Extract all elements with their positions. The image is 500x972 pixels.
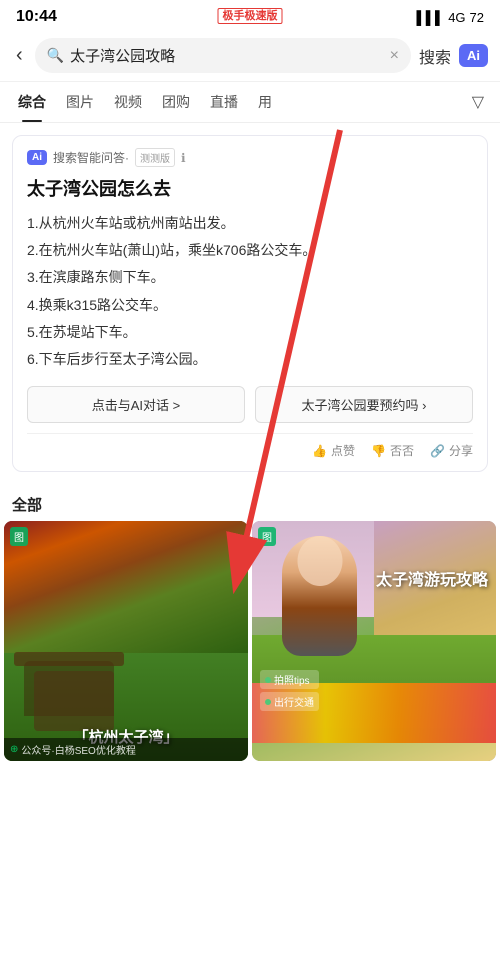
share-label: 分享 [449, 442, 473, 459]
ai-header-text: 搜索智能问答· [53, 149, 129, 166]
ai-step-1: 1.从杭州火车站或杭州南站出发。 [27, 211, 473, 236]
tag-dot-2 [265, 699, 271, 705]
ai-action-buttons: 点击与AI对话 > 太子湾公园要预约吗 › [27, 386, 473, 423]
card1-source-bar: ⊕ 公众号·白杨SEO优化教程 [4, 738, 248, 761]
status-bar: 10:44 极手极速版 ▌▌▌ 4G 72 [0, 0, 500, 30]
tab-videos[interactable]: 视频 [104, 82, 152, 122]
thumbs-up-icon: 👍 [312, 444, 327, 458]
ai-step-5: 5.在苏堤站下车。 [27, 320, 473, 345]
ai-answer-card: Ai 搜索智能问答· 测测版 ℹ 太子湾公园怎么去 1.从杭州火车站或杭州南站出… [12, 135, 488, 472]
dislike-label: 否否 [390, 442, 414, 459]
info-icon[interactable]: ℹ [181, 151, 186, 165]
tab-images[interactable]: 图片 [56, 82, 104, 122]
result-card-1[interactable]: 图 「杭州太子湾」 ⊕ 公众号·白杨SEO优化教程 [4, 521, 248, 761]
tab-more[interactable]: 用 [248, 82, 282, 122]
tab-comprehensive[interactable]: 综合 [8, 82, 56, 122]
clear-search-button[interactable]: × [390, 47, 399, 65]
wechat-icon: ⊕ [10, 744, 18, 755]
search-tabs: 综合 图片 视频 团购 直播 用 ▽ [0, 82, 500, 123]
ai-step-6: 6.下车后步行至太子湾公园。 [27, 347, 473, 372]
search-input-wrap[interactable]: 🔍 太子湾公园攻略 × [35, 38, 411, 73]
dislike-button[interactable]: 👎 否否 [371, 442, 414, 459]
ai-button[interactable]: Ai [459, 44, 488, 67]
card2-tags: 拍照tips 出行交通 [260, 670, 319, 711]
card1-overlay: 图 「杭州太子湾」 ⊕ 公众号·白杨SEO优化教程 [4, 521, 248, 761]
status-icons: ▌▌▌ 4G 72 [417, 10, 484, 25]
card2-tag-1: 拍照tips [260, 670, 319, 689]
tag1-text: 拍照tips [274, 672, 310, 687]
thumbs-down-icon: 👎 [371, 444, 386, 458]
ai-reserve-button[interactable]: 太子湾公园要预约吗 › [255, 386, 473, 423]
card2-overlay: 图 太子湾游玩攻略 拍照tips 出行交通 [252, 521, 496, 761]
like-button[interactable]: 👍 点赞 [312, 442, 355, 459]
signal-icon: ▌▌▌ [417, 10, 445, 25]
filter-icon[interactable]: ▽ [464, 84, 492, 120]
ai-step-2: 2.在杭州火车站(萧山)站，乘坐k706路公交车。 [27, 238, 473, 263]
card2-title: 太子湾游玩攻略 [376, 571, 488, 592]
back-button[interactable]: ‹ [12, 44, 27, 67]
share-button[interactable]: 🔗 分享 [430, 442, 473, 459]
ai-step-3: 3.在滨康路东侧下车。 [27, 265, 473, 290]
result-card-2[interactable]: 图 太子湾游玩攻略 拍照tips 出行交通 [252, 521, 496, 761]
search-button[interactable]: 搜索 [419, 44, 451, 68]
section-all-label: 全部 [0, 484, 500, 521]
logo-text: 极手极速版 [218, 8, 283, 24]
card1-type-icon: 图 [10, 527, 28, 546]
card2-tag-2: 出行交通 [260, 692, 319, 711]
search-bar: ‹ 🔍 太子湾公园攻略 × 搜索 Ai [0, 30, 500, 82]
ai-answer-header: Ai 搜索智能问答· 测测版 ℹ [27, 148, 473, 167]
tag-dot-1 [265, 677, 271, 683]
battery-icon: 72 [470, 10, 484, 25]
share-icon: 🔗 [430, 444, 445, 458]
tab-groupbuy[interactable]: 团购 [152, 82, 200, 122]
tab-live[interactable]: 直播 [200, 82, 248, 122]
search-icon: 🔍 [47, 47, 64, 64]
network-type: 4G [448, 10, 465, 25]
status-time: 10:44 [16, 8, 57, 26]
like-label: 点赞 [331, 442, 355, 459]
ai-question-title: 太子湾公园怎么去 [27, 175, 473, 201]
card1-source: 公众号·白杨SEO优化教程 [21, 742, 135, 757]
ai-answer-content: 1.从杭州火车站或杭州南站出发。 2.在杭州火车站(萧山)站，乘坐k706路公交… [27, 211, 473, 372]
tag2-text: 出行交通 [274, 694, 314, 709]
ai-beta-badge: 测测版 [135, 148, 175, 167]
feedback-row: 👍 点赞 👎 否否 🔗 分享 [27, 433, 473, 459]
card2-type-icon: 图 [258, 527, 276, 546]
image-grid: 图 「杭州太子湾」 ⊕ 公众号·白杨SEO优化教程 图 太子湾游玩攻略 [0, 521, 500, 761]
ai-step-4: 4.换乘k315路公交车。 [27, 293, 473, 318]
search-query-text: 太子湾公园攻略 [70, 45, 384, 66]
ai-chat-button[interactable]: 点击与AI对话 > [27, 386, 245, 423]
ai-label-badge: Ai [27, 150, 47, 165]
app-logo: 极手极速版 [218, 6, 283, 24]
